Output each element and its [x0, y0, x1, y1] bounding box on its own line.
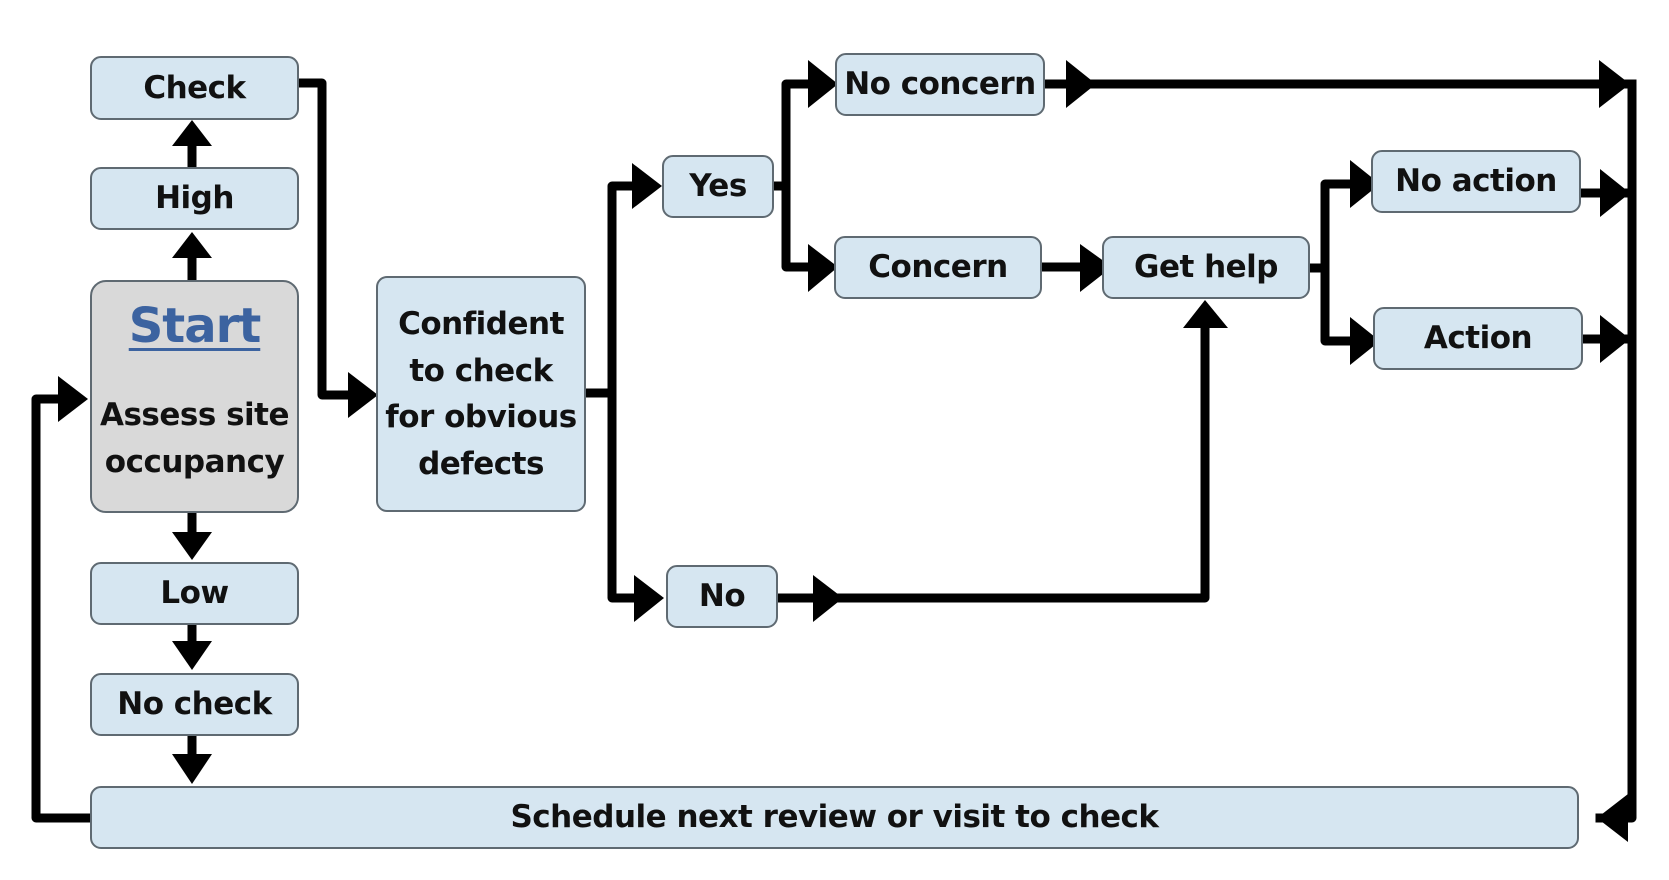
confident-line-1: Confident	[398, 306, 564, 342]
arrowhead-right-noconcern-out	[1066, 60, 1096, 108]
node-low-label: Low	[160, 575, 229, 612]
node-get-help[interactable]: Get help	[1102, 236, 1310, 299]
edge-gethelp-noaction	[1320, 179, 1357, 273]
node-action[interactable]: Action	[1373, 307, 1583, 370]
edge-yes-noconcern	[781, 79, 815, 191]
node-action-label: Action	[1423, 320, 1533, 357]
arrowhead-left-schedule	[1597, 794, 1628, 842]
node-no[interactable]: No	[666, 565, 778, 628]
arrowhead-right-no	[634, 575, 664, 622]
arrowhead-up-gethelp	[1183, 300, 1228, 328]
node-get-help-label: Get help	[1134, 249, 1279, 286]
edge-schedule-start	[31, 394, 95, 823]
start-title: Start	[128, 298, 262, 354]
node-confident[interactable]: Confident to check for obvious defects	[376, 276, 586, 512]
node-schedule-label: Schedule next review or visit to check	[510, 799, 1159, 836]
node-no-check[interactable]: No check	[90, 673, 299, 736]
edge-split-no	[607, 388, 645, 603]
edge-gethelp-action	[1320, 263, 1357, 346]
start-subtitle-line-1: Assess site	[99, 397, 290, 433]
node-yes[interactable]: Yes	[662, 155, 774, 218]
node-concern[interactable]: Concern	[834, 236, 1042, 299]
node-high[interactable]: High	[90, 167, 299, 230]
arrowhead-up-high	[172, 232, 212, 258]
node-low[interactable]: Low	[90, 562, 299, 625]
node-high-label: High	[155, 180, 234, 217]
arrowhead-right-yes	[632, 163, 662, 209]
edge-split-yes	[607, 181, 643, 398]
edge-yes-concern	[781, 181, 815, 272]
arrowhead-down-low	[172, 532, 212, 560]
node-schedule[interactable]: Schedule next review or visit to check	[90, 786, 1579, 849]
confident-line-2: to check	[409, 352, 553, 389]
node-start[interactable]: Start Assess site occupancy	[90, 280, 299, 513]
flowchart: Check High Start Assess site occupancy L…	[0, 0, 1669, 880]
arrowhead-down-nocheck	[172, 641, 212, 670]
arrowhead-right-action-out	[1600, 315, 1630, 363]
node-yes-label: Yes	[689, 168, 747, 205]
confident-line-3: for obvious	[385, 399, 577, 435]
arrowhead-right-bus-top	[1599, 60, 1630, 108]
node-check-label: Check	[143, 69, 246, 106]
node-no-action[interactable]: No action	[1371, 150, 1581, 213]
edge-no-gethelp	[771, 315, 1210, 603]
arrowhead-right-start	[58, 376, 88, 422]
node-concern-label: Concern	[868, 249, 1008, 286]
node-no-concern[interactable]: No concern	[835, 53, 1045, 116]
arrowhead-right-noconcern	[808, 60, 838, 108]
confident-line-4: defects	[418, 445, 544, 482]
node-no-action-label: No action	[1395, 163, 1557, 200]
node-no-check-label: No check	[117, 686, 272, 723]
node-check[interactable]: Check	[90, 56, 299, 120]
edge-check-confident	[293, 78, 355, 400]
node-no-label: No	[698, 578, 746, 615]
arrowhead-right-noaction-out	[1600, 169, 1630, 217]
arrowhead-up-check	[172, 120, 212, 146]
arrowhead-down-schedule	[172, 754, 212, 784]
start-subtitle-line-2: occupancy	[104, 443, 285, 480]
arrowhead-right-confident	[348, 372, 378, 418]
node-no-concern-label: No concern	[844, 66, 1036, 103]
arrowhead-right-no-out	[813, 575, 843, 622]
